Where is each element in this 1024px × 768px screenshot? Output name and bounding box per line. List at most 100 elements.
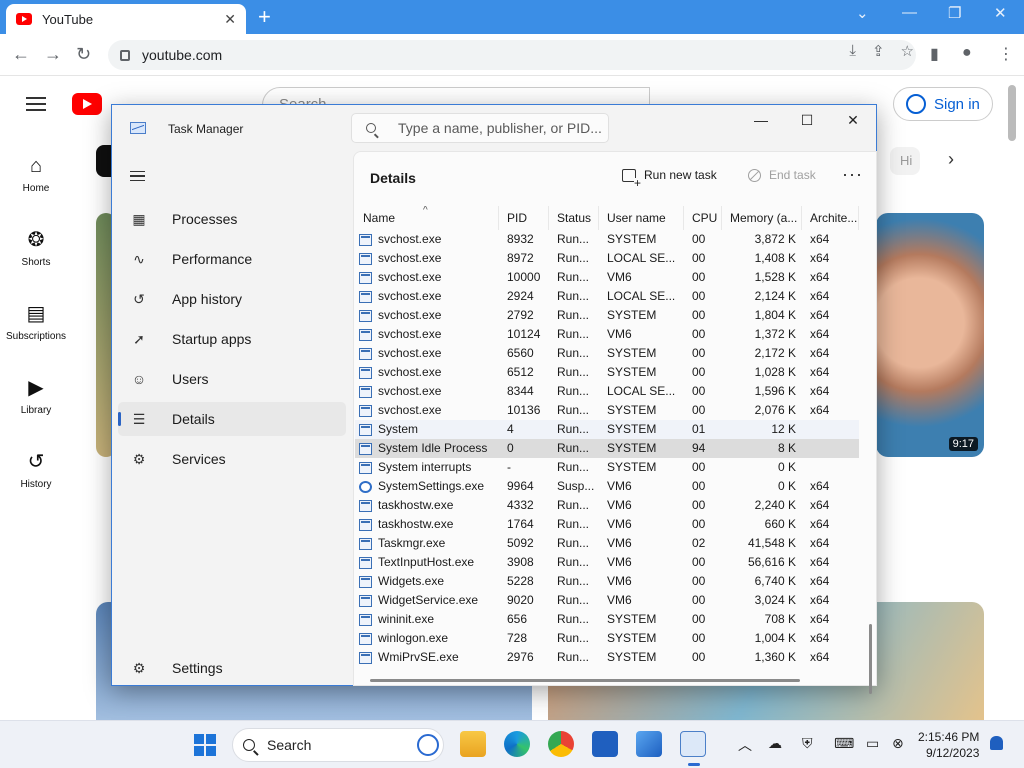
nav-startup-apps[interactable]: ➚ Startup apps: [118, 322, 346, 356]
hamburger-menu-icon[interactable]: [130, 171, 145, 181]
yt-sidebar-library[interactable]: ▶ Library: [0, 377, 72, 416]
column-architecture[interactable]: Archite...: [802, 206, 859, 230]
start-button[interactable]: [194, 734, 216, 756]
onedrive-cloud-icon[interactable]: ☁: [768, 735, 782, 752]
table-row[interactable]: System 4 Run... SYSTEM 01 12 K: [355, 420, 859, 439]
system-clock[interactable]: 2:15:46 PM 9/12/2023: [918, 729, 979, 761]
taskbar-search[interactable]: Search: [232, 728, 444, 762]
share-icon[interactable]: ⇪: [872, 42, 885, 60]
nav-settings[interactable]: ⚙ Settings: [118, 651, 346, 685]
notification-bell-icon[interactable]: [990, 736, 1003, 750]
table-row[interactable]: Widgets.exe 5228 Run... VM6 00 6,740 K x64: [355, 572, 859, 591]
table-row[interactable]: taskhostw.exe 4332 Run... VM6 00 2,240 K x64: [355, 496, 859, 515]
task-manager-taskbar-icon[interactable]: [680, 731, 706, 757]
yt-chip[interactable]: Hi: [890, 147, 920, 175]
youtube-logo-icon[interactable]: [72, 93, 102, 115]
maximize-icon[interactable]: ☐: [784, 112, 830, 129]
forward-icon[interactable]: →: [44, 44, 62, 65]
video-thumbnail[interactable]: 9:17: [876, 213, 984, 457]
edge-browser-icon[interactable]: [504, 731, 530, 757]
chrome-browser-icon[interactable]: [548, 731, 574, 757]
column-user-name[interactable]: User name: [599, 206, 684, 230]
new-tab-button[interactable]: +: [258, 5, 271, 29]
end-task-button[interactable]: End task: [748, 168, 816, 182]
table-row[interactable]: svchost.exe 8344 Run... LOCAL SE... 00 1,596 …: [355, 382, 859, 401]
run-new-task-button[interactable]: Run new task: [622, 168, 717, 188]
column-memory[interactable]: Memory (a...: [722, 206, 802, 230]
table-row[interactable]: svchost.exe 10124 Run... VM6 00 1,372 K x64: [355, 325, 859, 344]
table-row[interactable]: svchost.exe 2792 Run... SYSTEM 00 1,804 K x64: [355, 306, 859, 325]
table-row[interactable]: System interrupts - Run... SYSTEM 00 0 K: [355, 458, 859, 477]
vertical-scrollbar[interactable]: [869, 624, 872, 694]
network-icon[interactable]: ▭: [866, 735, 879, 752]
table-row[interactable]: Taskmgr.exe 5092 Run... VM6 02 41,548 K x64: [355, 534, 859, 553]
show-hidden-icons-chevron-icon[interactable]: ︿: [738, 735, 752, 755]
nav-users[interactable]: ☺ Users: [118, 362, 346, 396]
yt-sidebar-home[interactable]: ⌂ Home: [0, 155, 72, 194]
keyboard-icon[interactable]: ⌨: [834, 735, 854, 752]
yt-sign-in-button[interactable]: Sign in: [893, 87, 993, 121]
yt-chip-all[interactable]: [96, 145, 112, 177]
table-row[interactable]: svchost.exe 6560 Run... SYSTEM 00 2,172 K x64: [355, 344, 859, 363]
yt-sidebar-subscriptions[interactable]: ▤ Subscriptions: [0, 303, 72, 342]
dev-app-icon[interactable]: [636, 731, 662, 757]
chrome-menu-icon[interactable]: ⋮: [998, 44, 1014, 64]
yt-sidebar-history[interactable]: ↺ History: [0, 451, 72, 490]
table-row[interactable]: WidgetService.exe 9020 Run... VM6 00 3,024 K x…: [355, 591, 859, 610]
cell-architecture: x64: [810, 346, 830, 360]
browser-tab-youtube[interactable]: YouTube ✕: [6, 4, 246, 34]
table-row[interactable]: svchost.exe 10136 Run... SYSTEM 00 2,076 K x64: [355, 401, 859, 420]
table-row[interactable]: winlogon.exe 728 Run... SYSTEM 00 1,004 K x64: [355, 629, 859, 648]
column-name[interactable]: ^ Name: [355, 206, 499, 230]
side-panel-icon[interactable]: ▮: [930, 44, 939, 64]
horizontal-scrollbar[interactable]: [370, 679, 800, 682]
file-explorer-icon[interactable]: [460, 731, 486, 757]
process-search-input[interactable]: Type a name, publisher, or PID...: [351, 113, 609, 143]
back-icon[interactable]: ←: [12, 44, 30, 65]
table-row[interactable]: svchost.exe 6512 Run... SYSTEM 00 1,028 K x64: [355, 363, 859, 382]
table-row[interactable]: svchost.exe 8972 Run... LOCAL SE... 00 1,408 …: [355, 249, 859, 268]
table-row[interactable]: wininit.exe 656 Run... SYSTEM 00 708 K x64: [355, 610, 859, 629]
microsoft-store-icon[interactable]: [592, 731, 618, 757]
task-manager-app-icon: [130, 122, 146, 134]
table-row[interactable]: SystemSettings.exe 9964 Susp... VM6 00 0 K x64: [355, 477, 859, 496]
more-options-button[interactable]: ···: [842, 164, 863, 185]
table-row[interactable]: System Idle Process 0 Run... SYSTEM 94 8 K: [355, 439, 859, 458]
window-close-icon[interactable]: ✕: [994, 4, 1007, 22]
nav-services[interactable]: ⚙ Services: [118, 442, 346, 476]
security-shield-icon[interactable]: ⛨: [802, 735, 813, 752]
bookmark-star-icon[interactable]: ☆: [901, 42, 914, 60]
nav-processes[interactable]: ▦ Processes: [118, 202, 346, 236]
profile-avatar-icon[interactable]: ●: [962, 44, 972, 62]
tm-title-bar[interactable]: Task Manager Type a name, publisher, or …: [112, 105, 876, 151]
nav-details[interactable]: ☰ Details: [118, 402, 346, 436]
table-row[interactable]: TextInputHost.exe 3908 Run... VM6 00 56,616 K…: [355, 553, 859, 572]
yt-menu-icon[interactable]: [26, 97, 46, 111]
window-minimize-icon[interactable]: —: [902, 4, 917, 21]
tab-search-chevron-icon[interactable]: ⌄: [856, 4, 869, 22]
column-pid[interactable]: PID: [499, 206, 549, 230]
page-scrollbar[interactable]: [1008, 85, 1016, 141]
bing-icon[interactable]: [417, 734, 439, 756]
column-cpu[interactable]: CPU: [684, 206, 722, 230]
table-row[interactable]: taskhostw.exe 1764 Run... VM6 00 660 K x64: [355, 515, 859, 534]
window-restore-icon[interactable]: ❐: [948, 4, 961, 22]
volume-muted-icon[interactable]: ⊗: [892, 735, 904, 752]
lock-icon[interactable]: [120, 49, 130, 61]
table-row[interactable]: svchost.exe 8932 Run... SYSTEM 00 3,872 K x64: [355, 230, 859, 249]
minimize-icon[interactable]: —: [738, 112, 784, 128]
cell-architecture: x64: [810, 555, 830, 569]
table-row[interactable]: svchost.exe 10000 Run... VM6 00 1,528 K x64: [355, 268, 859, 287]
address-bar[interactable]: youtube.com: [108, 40, 916, 70]
chevron-right-icon[interactable]: ›: [948, 149, 954, 170]
install-app-icon[interactable]: ⤓: [849, 42, 856, 60]
column-status[interactable]: Status: [549, 206, 599, 230]
reload-icon[interactable]: ↻: [76, 44, 91, 65]
yt-sidebar-shorts[interactable]: ❂ Shorts: [0, 229, 72, 268]
tab-close-icon[interactable]: ✕: [224, 11, 236, 28]
nav-performance[interactable]: ∿ Performance: [118, 242, 346, 276]
table-row[interactable]: WmiPrvSE.exe 2976 Run... SYSTEM 00 1,360 K x64: [355, 648, 859, 667]
table-row[interactable]: svchost.exe 2924 Run... LOCAL SE... 00 2,124 …: [355, 287, 859, 306]
nav-app-history[interactable]: ↺ App history: [118, 282, 346, 316]
close-icon[interactable]: ✕: [830, 112, 876, 129]
